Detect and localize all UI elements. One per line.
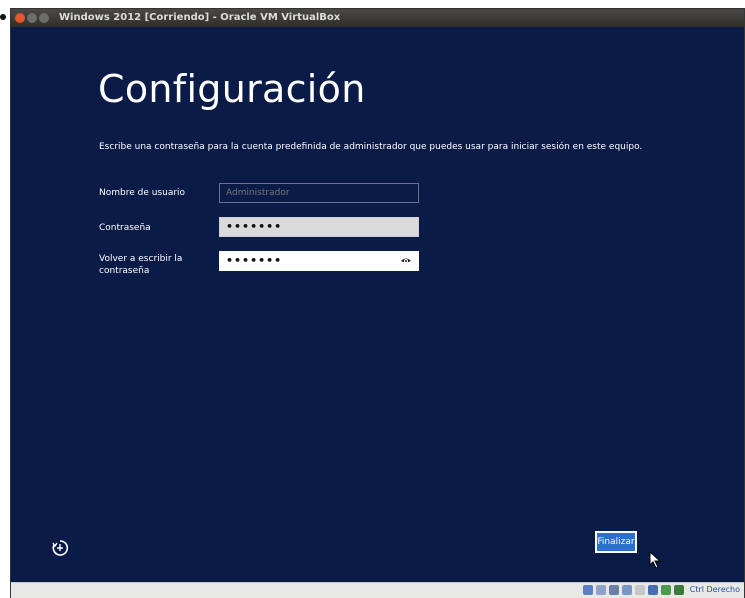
host-key-label: Ctrl Derecho [689, 585, 740, 594]
confirm-password-value: ••••••• [226, 254, 283, 267]
password-label: Contraseña [99, 223, 151, 233]
optical-drive-icon[interactable] [596, 585, 606, 595]
confirm-password-label: Volver a escribir la contraseña [99, 254, 183, 276]
password-field[interactable]: ••••••• [219, 217, 419, 237]
page-title: Configuración [98, 67, 366, 111]
window-title: Windows 2012 [Corriendo] - Oracle VM Vir… [59, 12, 341, 23]
mouse-cursor-icon [649, 551, 662, 569]
virtualbox-window: Windows 2012 [Corriendo] - Oracle VM Vir… [10, 8, 745, 598]
finish-button[interactable]: Finalizar [595, 531, 637, 553]
setup-screen: Configuración Escribe una contraseña par… [11, 27, 744, 582]
window-maximize-button[interactable] [39, 13, 49, 23]
username-label: Nombre de usuario [99, 188, 186, 198]
usb-icon[interactable] [609, 585, 619, 595]
setup-description: Escribe una contraseña para la cuenta pr… [99, 142, 643, 152]
network-icon[interactable] [622, 585, 632, 595]
shared-folder-icon[interactable] [635, 585, 645, 595]
password-value: ••••••• [226, 220, 283, 233]
window-close-button[interactable] [15, 13, 25, 23]
capture-icon[interactable] [661, 585, 671, 595]
username-field[interactable] [219, 183, 419, 203]
display-icon[interactable] [648, 585, 658, 595]
keyboard-capture-icon[interactable] [674, 585, 684, 595]
window-minimize-button[interactable] [27, 13, 37, 23]
list-bullet [0, 14, 6, 20]
hdd-icon[interactable] [583, 585, 593, 595]
window-titlebar: Windows 2012 [Corriendo] - Oracle VM Vir… [11, 9, 744, 27]
ease-of-access-icon[interactable] [51, 539, 69, 557]
reveal-password-icon[interactable] [400, 255, 412, 267]
confirm-password-field[interactable]: ••••••• [219, 251, 419, 271]
page-text-strip [0, 0, 745, 6]
